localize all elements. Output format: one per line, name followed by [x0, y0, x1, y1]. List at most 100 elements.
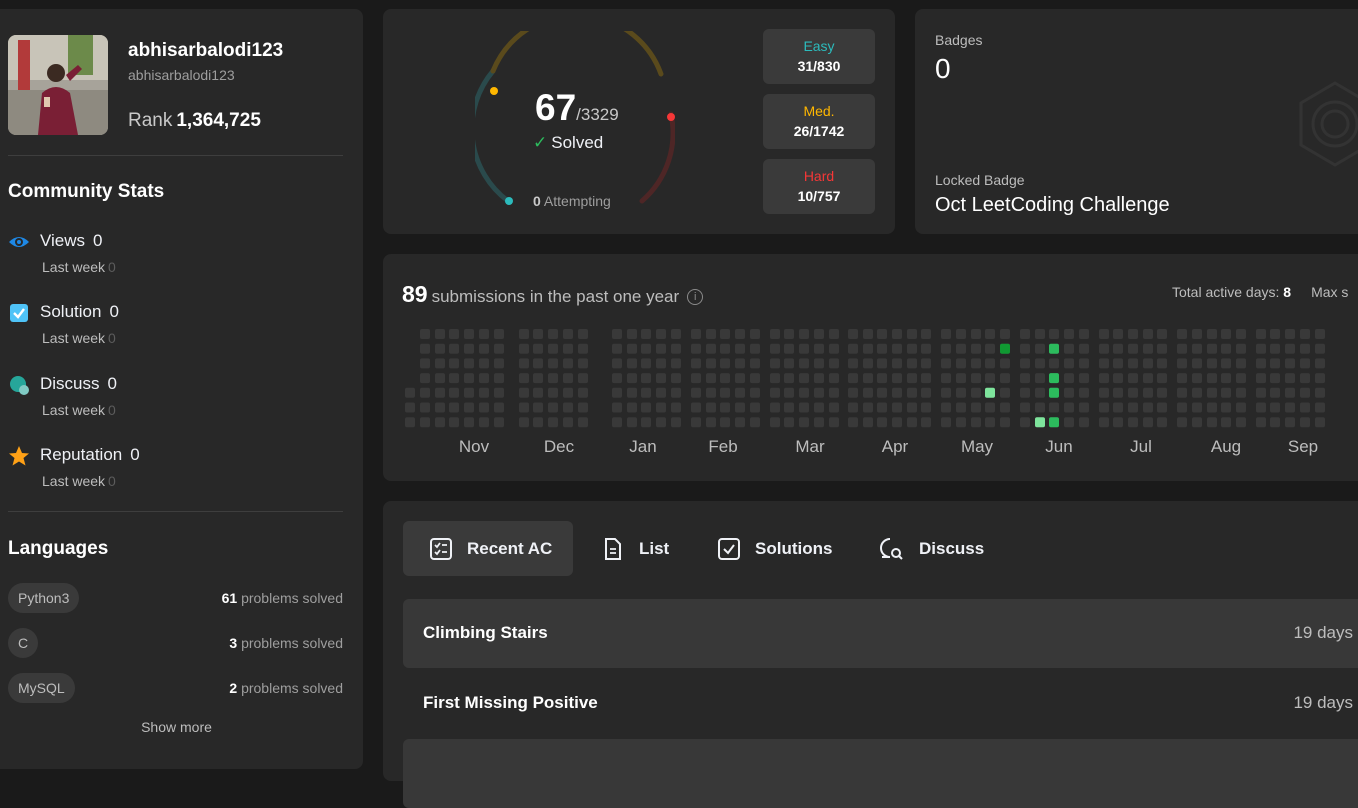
heatmap-cell[interactable]	[656, 373, 666, 384]
heatmap-cell[interactable]	[1128, 402, 1138, 413]
heatmap-cell[interactable]	[799, 373, 809, 384]
heatmap-cell[interactable]	[641, 417, 651, 428]
heatmap-cell[interactable]	[479, 417, 489, 428]
heatmap-cell[interactable]	[1256, 402, 1266, 413]
heatmap-cell[interactable]	[941, 417, 951, 428]
heatmap-cell[interactable]	[735, 373, 745, 384]
heatmap-cell[interactable]	[1207, 329, 1217, 339]
heatmap-cell[interactable]	[641, 387, 651, 398]
heatmap-cell[interactable]	[735, 329, 745, 339]
language-tag[interactable]: MySQL	[8, 673, 75, 703]
heatmap-cell[interactable]	[877, 343, 887, 354]
heatmap-cell[interactable]	[479, 387, 489, 398]
heatmap-cell[interactable]	[435, 387, 445, 398]
heatmap-cell[interactable]	[1035, 402, 1045, 413]
heatmap-cell[interactable]	[420, 373, 430, 384]
heatmap-cell[interactable]	[1256, 373, 1266, 384]
heatmap-cell[interactable]	[1099, 329, 1109, 339]
heatmap-cell[interactable]	[563, 373, 573, 384]
heatmap-cell[interactable]	[770, 358, 780, 369]
heatmap-cell[interactable]	[863, 373, 873, 384]
heatmap-cell[interactable]	[1000, 358, 1010, 369]
heatmap-cell[interactable]	[563, 402, 573, 413]
heatmap-cell[interactable]	[971, 343, 981, 354]
heatmap-cell[interactable]	[1270, 402, 1280, 413]
heatmap-cell[interactable]	[956, 343, 966, 354]
heatmap-cell[interactable]	[420, 329, 430, 339]
heatmap-cell[interactable]	[877, 329, 887, 339]
heatmap-cell[interactable]	[641, 343, 651, 354]
heatmap-cell[interactable]	[1020, 387, 1030, 398]
heatmap-cell[interactable]	[892, 343, 902, 354]
heatmap-cell[interactable]	[799, 387, 809, 398]
heatmap-cell[interactable]	[1270, 329, 1280, 339]
heatmap-cell[interactable]	[1236, 329, 1246, 339]
heatmap-cell[interactable]	[1064, 343, 1074, 354]
heatmap-cell[interactable]	[985, 417, 995, 428]
heatmap-cell[interactable]	[1285, 373, 1295, 384]
heatmap-cell[interactable]	[921, 343, 931, 354]
heatmap-cell[interactable]	[1128, 373, 1138, 384]
heatmap-cell[interactable]	[1113, 402, 1123, 413]
heatmap-cell[interactable]	[533, 417, 543, 428]
heatmap-cell[interactable]	[720, 387, 730, 398]
heatmap-cell[interactable]	[1035, 358, 1045, 369]
heatmap-cell[interactable]	[691, 417, 701, 428]
heatmap-cell[interactable]	[770, 343, 780, 354]
heatmap-cell[interactable]	[1157, 402, 1167, 413]
heatmap-cell[interactable]	[578, 329, 588, 339]
heatmap-cell[interactable]	[971, 373, 981, 384]
heatmap-cell[interactable]	[519, 358, 529, 369]
heatmap-cell[interactable]	[1113, 387, 1123, 398]
heatmap-cell[interactable]	[1221, 373, 1231, 384]
heatmap-cell[interactable]	[877, 417, 887, 428]
heatmap-cell[interactable]	[449, 329, 459, 339]
heatmap-cell[interactable]	[784, 343, 794, 354]
heatmap-cell[interactable]	[735, 358, 745, 369]
heatmap-cell[interactable]	[1221, 402, 1231, 413]
heatmap-cell[interactable]	[877, 387, 887, 398]
heatmap-cell[interactable]	[1113, 343, 1123, 354]
heatmap-cell[interactable]	[706, 373, 716, 384]
heatmap-cell[interactable]	[921, 402, 931, 413]
heatmap-cell[interactable]	[829, 417, 839, 428]
heatmap-cell[interactable]	[533, 329, 543, 339]
heatmap-cell[interactable]	[720, 358, 730, 369]
heatmap-cell[interactable]	[863, 343, 873, 354]
heatmap-cell[interactable]	[829, 387, 839, 398]
heatmap-cell[interactable]	[420, 387, 430, 398]
heatmap-cell[interactable]	[921, 373, 931, 384]
heatmap-cell[interactable]	[494, 417, 504, 428]
heatmap-cell[interactable]	[1300, 358, 1310, 369]
heatmap-cell-active[interactable]	[985, 387, 995, 398]
heatmap-cell[interactable]	[405, 387, 415, 398]
heatmap-cell[interactable]	[770, 417, 780, 428]
heatmap-cell[interactable]	[1285, 402, 1295, 413]
heatmap-cell[interactable]	[1099, 402, 1109, 413]
heatmap-cell[interactable]	[1099, 387, 1109, 398]
heatmap-cell[interactable]	[548, 343, 558, 354]
heatmap-cell[interactable]	[1256, 417, 1266, 428]
heatmap-cell[interactable]	[578, 387, 588, 398]
heatmap-cell[interactable]	[1300, 329, 1310, 339]
heatmap-cell[interactable]	[1177, 387, 1187, 398]
heatmap-cell[interactable]	[892, 373, 902, 384]
heatmap-cell[interactable]	[1128, 343, 1138, 354]
heatmap-cell[interactable]	[907, 387, 917, 398]
heatmap-cell[interactable]	[784, 402, 794, 413]
heatmap-cell[interactable]	[691, 387, 701, 398]
heatmap-cell[interactable]	[1143, 373, 1153, 384]
heatmap-cell[interactable]	[656, 387, 666, 398]
heatmap-cell[interactable]	[848, 373, 858, 384]
heatmap-cell[interactable]	[691, 358, 701, 369]
heatmap-cell[interactable]	[941, 358, 951, 369]
heatmap-cell[interactable]	[956, 417, 966, 428]
heatmap-cell[interactable]	[449, 417, 459, 428]
heatmap-cell[interactable]	[1064, 373, 1074, 384]
heatmap-cell[interactable]	[1049, 402, 1059, 413]
heatmap-cell[interactable]	[907, 417, 917, 428]
heatmap-cell[interactable]	[627, 329, 637, 339]
heatmap-cell[interactable]	[1285, 343, 1295, 354]
heatmap-cell[interactable]	[656, 417, 666, 428]
heatmap-cell[interactable]	[1064, 329, 1074, 339]
